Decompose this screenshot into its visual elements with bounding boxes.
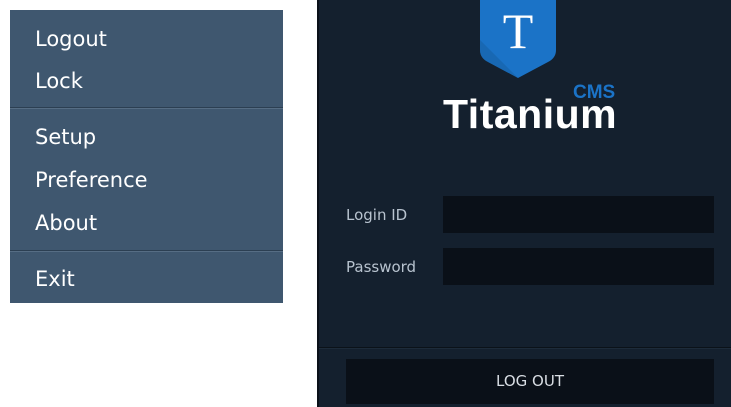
menu-item-setup[interactable]: Setup [10, 117, 283, 157]
password-input[interactable] [443, 248, 714, 285]
screen: Logout Lock Setup Preference About Exit … [0, 0, 731, 407]
login-panel: T CMS Titanium Login ID Password LOG OUT [317, 0, 731, 407]
menu-item-preference[interactable]: Preference [10, 160, 283, 200]
login-id-label: Login ID [346, 206, 408, 224]
password-label: Password [346, 258, 417, 276]
menu-item-logout[interactable]: Logout [10, 19, 283, 59]
titanium-shield-logo-icon: T [480, 0, 556, 78]
login-id-input[interactable] [443, 196, 714, 233]
menu-item-about[interactable]: About [10, 203, 283, 243]
menu-separator [10, 107, 283, 109]
logo-letter: T [503, 3, 534, 59]
tray-context-menu: Logout Lock Setup Preference About Exit [10, 10, 283, 303]
logo-wordmark: Titanium [443, 91, 618, 137]
menu-separator [10, 250, 283, 252]
menu-item-exit[interactable]: Exit [10, 259, 283, 299]
menu-item-lock[interactable]: Lock [10, 61, 283, 101]
logout-button[interactable]: LOG OUT [346, 359, 714, 404]
panel-divider [319, 347, 731, 349]
